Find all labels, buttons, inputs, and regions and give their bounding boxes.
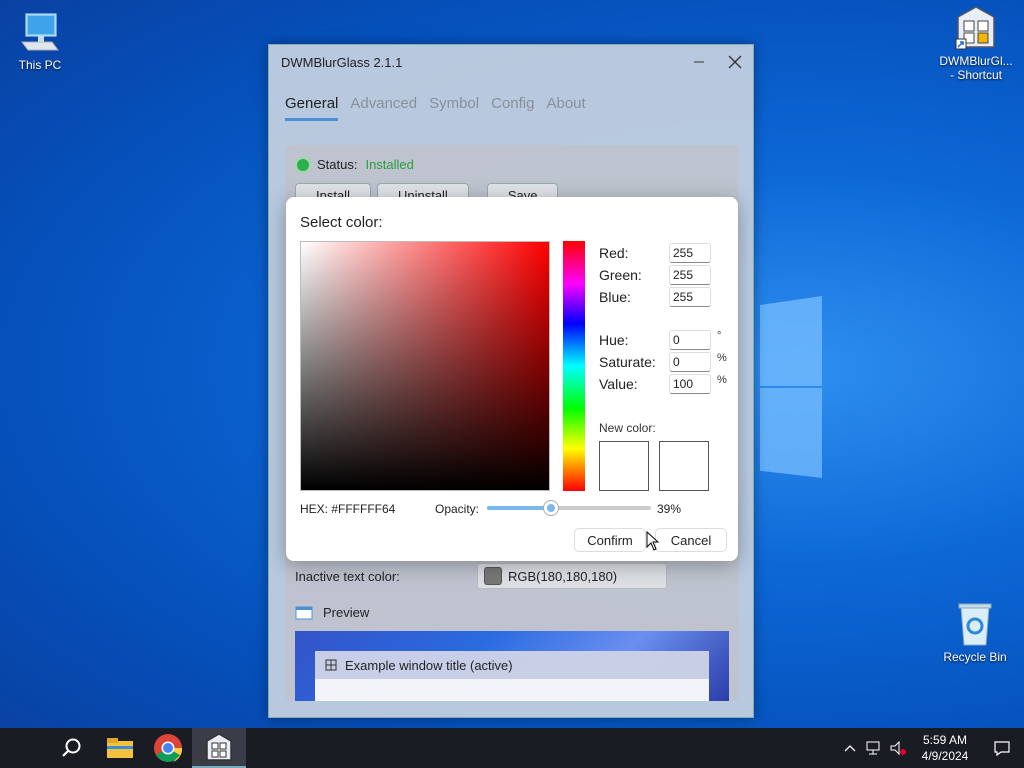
select-color-dialog: Select color: Red: 255 Green: 255 Blue: …: [286, 197, 738, 561]
inactive-text-color-label: Inactive text color:: [295, 568, 400, 584]
desktop-icon-recycle-bin[interactable]: Recycle Bin: [935, 602, 1015, 664]
example-window: Example window title (active): [315, 651, 709, 701]
saturate-row: Saturate: 0 %: [599, 352, 727, 372]
search-icon: [62, 738, 81, 757]
hex-value[interactable]: HEX: #FFFFFF64: [300, 502, 395, 516]
confirm-button[interactable]: Confirm: [574, 528, 646, 552]
clock[interactable]: 5:59 AM 4/9/2024: [910, 732, 980, 764]
notification-icon[interactable]: [980, 728, 1024, 768]
tab-config[interactable]: Config: [491, 95, 534, 121]
value-input[interactable]: 100: [669, 374, 711, 394]
preview-header: Preview: [295, 605, 369, 620]
close-icon: [728, 55, 742, 69]
dwmblurglass-app-icon: [954, 6, 998, 50]
computer-icon: [18, 10, 62, 54]
hue-label: Hue:: [599, 332, 629, 348]
example-window-titlebar: Example window title (active): [315, 651, 709, 679]
hue-input[interactable]: 0: [669, 330, 711, 350]
tab-about[interactable]: About: [546, 95, 585, 121]
volume-muted-icon[interactable]: [886, 728, 910, 768]
chrome-icon: [154, 734, 183, 762]
desktop-icon-dwmblurglass-shortcut[interactable]: DWMBlurGl... - Shortcut: [936, 6, 1016, 82]
example-window-title: Example window title (active): [345, 657, 513, 673]
opacity-label: Opacity:: [435, 502, 480, 516]
mouse-cursor-icon: [646, 531, 660, 551]
inactive-text-color-value: RGB(180,180,180): [508, 568, 618, 584]
opacity-slider-fill: [487, 506, 551, 510]
tab-bar: General Advanced Symbol Config About: [269, 79, 753, 121]
window-titlebar[interactable]: DWMBlurGlass 2.1.1: [269, 45, 753, 79]
tab-symbol[interactable]: Symbol: [429, 95, 479, 121]
dwmblurglass-taskbar-icon: [206, 733, 232, 761]
green-input[interactable]: 255: [669, 265, 711, 285]
saturate-label: Saturate:: [599, 354, 656, 370]
taskbar-chrome[interactable]: [144, 728, 192, 768]
close-button[interactable]: [717, 47, 753, 77]
taskbar-dwmblurglass[interactable]: [192, 728, 246, 768]
app-small-icon: [325, 659, 337, 671]
status-value: Installed: [365, 157, 414, 172]
hue-row: Hue: 0 °: [599, 330, 721, 350]
value-row: Value: 100 %: [599, 374, 727, 394]
search-button[interactable]: [48, 728, 96, 768]
clock-date: 4/9/2024: [921, 749, 969, 763]
status-indicator-icon: [297, 158, 309, 171]
color-swatch: [484, 567, 502, 585]
window-title: DWMBlurGlass 2.1.1: [281, 54, 403, 70]
cancel-button[interactable]: Cancel: [655, 528, 727, 552]
hue-unit: °: [717, 330, 722, 342]
clock-time: 5:59 AM: [922, 733, 968, 747]
tab-advanced[interactable]: Advanced: [350, 95, 417, 121]
desktop-icon-label: DWMBlurGl... - Shortcut: [939, 54, 1013, 82]
blue-row: Blue: 255: [599, 287, 711, 307]
new-color-preview: [599, 441, 649, 491]
dialog-title: Select color:: [300, 214, 383, 231]
windows-logo-wallpaper: [760, 290, 824, 480]
red-input[interactable]: 255: [669, 243, 711, 263]
preview-window-icon: [295, 606, 313, 619]
saturate-unit: %: [717, 352, 727, 364]
status-label: Status:: [317, 157, 358, 172]
desktop-icon-this-pc[interactable]: This PC: [0, 10, 80, 72]
example-window-body: [315, 679, 709, 701]
tab-general[interactable]: General: [285, 95, 339, 121]
preview-label: Preview: [323, 605, 370, 620]
desktop-icon-label: This PC: [18, 58, 62, 72]
desktop-icon-label: Recycle Bin: [943, 650, 1007, 664]
inactive-text-color-picker[interactable]: RGB(180,180,180): [477, 563, 667, 589]
old-color-preview: [659, 441, 709, 491]
folder-icon: [107, 738, 133, 758]
saturation-value-picker[interactable]: [300, 241, 550, 491]
network-icon[interactable]: [862, 728, 886, 768]
hue-slider[interactable]: [563, 241, 585, 491]
green-label: Green:: [599, 267, 642, 283]
show-hidden-icons-chevron-icon[interactable]: [838, 728, 862, 768]
green-row: Green: 255: [599, 265, 711, 285]
value-label: Value:: [599, 376, 638, 392]
blue-label: Blue:: [599, 289, 631, 305]
opacity-slider[interactable]: [487, 500, 651, 516]
minimize-button[interactable]: [681, 47, 717, 77]
taskbar: 5:59 AM 4/9/2024: [0, 728, 1024, 768]
red-label: Red:: [599, 245, 629, 261]
new-color-label: New color:: [599, 421, 656, 435]
value-unit: %: [717, 374, 727, 386]
recycle-bin-icon: [953, 602, 997, 646]
saturate-input[interactable]: 0: [669, 352, 711, 372]
blue-input[interactable]: 255: [669, 287, 711, 307]
system-tray: 5:59 AM 4/9/2024: [838, 728, 1024, 768]
preview-area: Example window title (active): [295, 631, 729, 701]
status-row: Status: Installed: [297, 157, 414, 172]
inactive-text-color-row: Inactive text color: RGB(180,180,180): [295, 563, 735, 589]
opacity-slider-thumb[interactable]: [542, 500, 559, 516]
opacity-value: 39%: [657, 502, 682, 516]
taskbar-file-explorer[interactable]: [96, 728, 144, 768]
red-row: Red: 255: [599, 243, 711, 263]
